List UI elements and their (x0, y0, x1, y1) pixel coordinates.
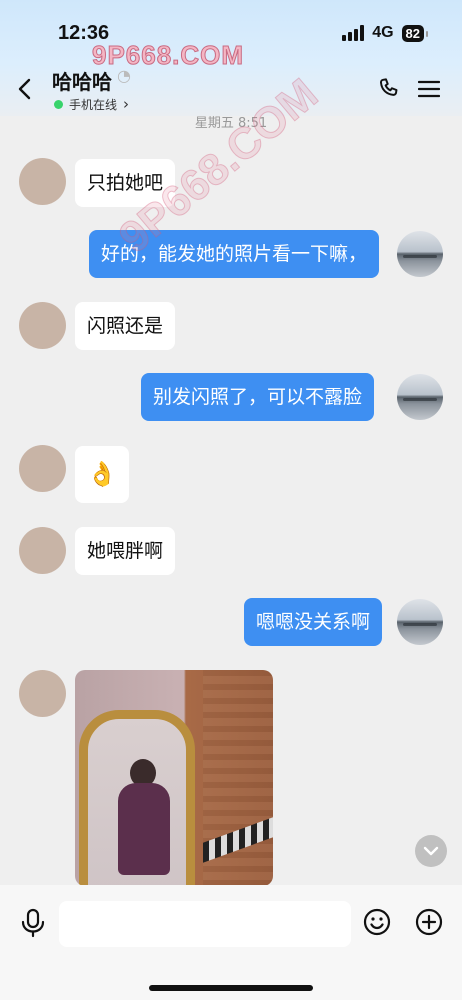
my-avatar[interactable] (397, 599, 443, 645)
contact-avatar[interactable] (19, 158, 66, 205)
my-avatar[interactable] (397, 374, 443, 420)
contact-avatar[interactable] (19, 445, 66, 492)
contact-name[interactable]: 哈哈哈 (52, 66, 112, 95)
microphone-icon[interactable] (20, 908, 46, 938)
photo-mirror-frame (79, 710, 195, 886)
message-bubble-sent[interactable]: 好的，能发她的照片看一下嘛， (89, 230, 380, 278)
home-indicator[interactable] (149, 985, 313, 991)
battery-icon: 82 (401, 24, 429, 42)
contact-avatar[interactable] (19, 670, 66, 717)
scroll-down-button[interactable] (415, 835, 447, 867)
chevron-right-icon: › (123, 95, 130, 113)
message-timestamp: 星期五 8:51 (194, 116, 268, 131)
message-bubble-received[interactable]: 她喂胖啊 (75, 527, 176, 575)
chat-header: 12:36 4G 82 9P668.COM 哈哈哈 ◔ 手机在线 › (0, 0, 462, 116)
message-bubble-received[interactable]: 闪照还是 (75, 302, 176, 350)
my-avatar[interactable] (397, 231, 443, 277)
photo-figure-body (118, 783, 170, 875)
online-status-row[interactable]: 手机在线 › (54, 95, 129, 113)
contact-avatar[interactable] (19, 302, 66, 349)
signal-icon (342, 25, 365, 41)
message-bubble-received[interactable]: 只拍她吧 (75, 159, 176, 207)
ear-icon: ◔ (117, 66, 131, 85)
menu-icon[interactable] (418, 80, 440, 98)
plus-icon[interactable] (415, 908, 443, 936)
phone-icon[interactable] (376, 76, 402, 102)
contact-avatar[interactable] (19, 527, 66, 574)
message-input[interactable] (59, 901, 351, 947)
back-arrow-icon[interactable] (16, 78, 36, 100)
message-bubble-emoji[interactable]: 👌 (75, 446, 129, 503)
network-type: 4G (372, 24, 394, 41)
online-status-label: 手机在线 (69, 97, 118, 112)
message-bubble-sent[interactable]: 嗯嗯没关系啊 (244, 598, 383, 646)
message-image[interactable] (75, 670, 273, 886)
status-indicators: 4G 82 (342, 24, 429, 42)
watermark-top: 9P668.COM (91, 40, 245, 71)
chevron-down-icon (423, 846, 439, 856)
emoji-icon[interactable] (363, 908, 391, 936)
message-bubble-sent[interactable]: 别发闪照了，可以不露脸 (141, 373, 375, 421)
online-dot-icon (54, 99, 63, 109)
